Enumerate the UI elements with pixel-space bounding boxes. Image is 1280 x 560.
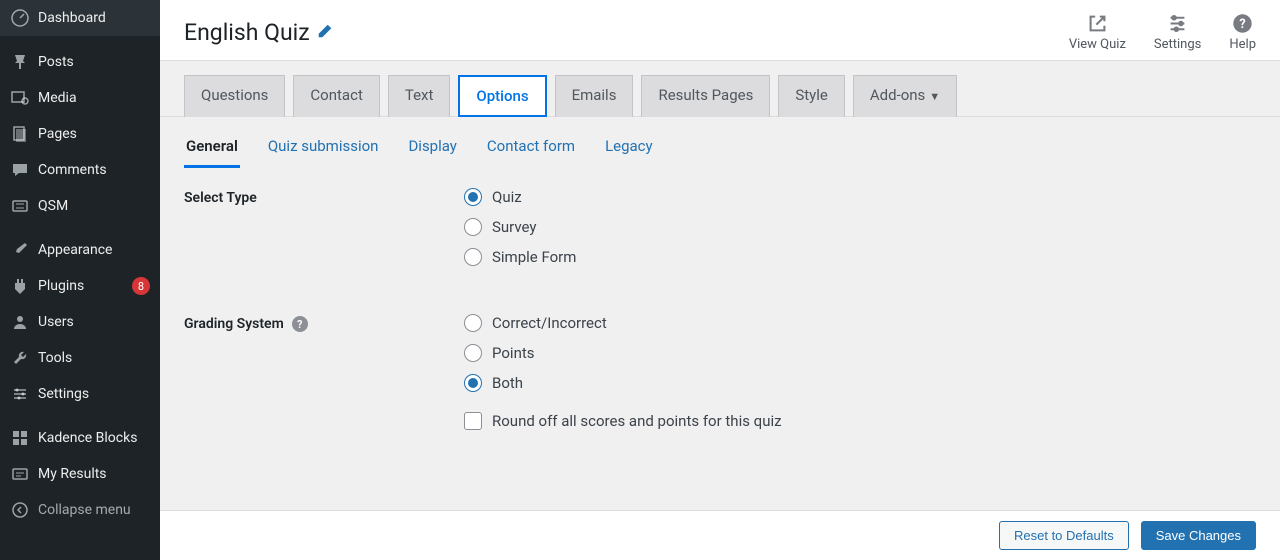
sliders-icon — [1166, 12, 1189, 35]
svg-text:?: ? — [1240, 17, 1246, 32]
admin-sidebar: Dashboard Posts Media Pages Comments QSM… — [0, 0, 160, 560]
sidebar-item-media[interactable]: Media — [0, 80, 160, 116]
sidebar-item-label: Users — [38, 314, 150, 330]
radio-both[interactable]: Both — [464, 374, 1256, 392]
edit-title-icon[interactable] — [316, 19, 334, 46]
dashboard-icon — [10, 8, 30, 28]
subtab-legacy[interactable]: Legacy — [603, 129, 655, 168]
qsm-icon — [10, 196, 30, 216]
sidebar-item-dashboard[interactable]: Dashboard — [0, 0, 160, 36]
field-label: Grading System ? — [184, 314, 464, 332]
sidebar-item-label: Collapse menu — [38, 502, 150, 518]
radio-correct-incorrect[interactable]: Correct/Incorrect — [464, 314, 1256, 332]
save-button[interactable]: Save Changes — [1141, 521, 1256, 550]
sidebar-item-tools[interactable]: Tools — [0, 340, 160, 376]
radio-simple-form[interactable]: Simple Form — [464, 248, 1256, 266]
sidebar-item-my-results[interactable]: My Results — [0, 456, 160, 492]
media-icon — [10, 88, 30, 108]
help-icon: ? — [1231, 12, 1254, 35]
brush-icon — [10, 240, 30, 260]
footer-bar: Reset to Defaults Save Changes — [160, 510, 1280, 560]
sidebar-item-appearance[interactable]: Appearance — [0, 232, 160, 268]
radio-points[interactable]: Points — [464, 344, 1256, 362]
chevron-down-icon: ▼ — [929, 90, 940, 103]
external-link-icon — [1086, 12, 1109, 35]
tab-emails[interactable]: Emails — [555, 75, 634, 117]
sidebar-item-collapse[interactable]: Collapse menu — [0, 492, 160, 528]
sidebar-item-label: My Results — [38, 466, 150, 482]
checkbox-icon — [464, 412, 482, 430]
sidebar-item-users[interactable]: Users — [0, 304, 160, 340]
tab-results-pages[interactable]: Results Pages — [641, 75, 770, 117]
settings-icon — [10, 384, 30, 404]
sidebar-item-qsm[interactable]: QSM — [0, 188, 160, 224]
sidebar-item-label: Kadence Blocks — [38, 430, 150, 446]
radio-icon — [464, 248, 482, 266]
radio-icon — [464, 218, 482, 236]
plugins-badge: 8 — [132, 277, 150, 295]
tab-addons[interactable]: Add-ons▼ — [853, 75, 957, 117]
radio-icon — [464, 314, 482, 332]
pin-icon — [10, 52, 30, 72]
subtab-general[interactable]: General — [184, 129, 240, 168]
tab-questions[interactable]: Questions — [184, 75, 285, 117]
help-action[interactable]: ? Help — [1229, 12, 1256, 52]
sidebar-item-settings[interactable]: Settings — [0, 376, 160, 412]
sidebar-item-plugins[interactable]: Plugins 8 — [0, 268, 160, 304]
radio-quiz[interactable]: Quiz — [464, 188, 1256, 206]
sidebar-item-kadence[interactable]: Kadence Blocks — [0, 420, 160, 456]
radio-icon — [464, 374, 482, 392]
sidebar-item-comments[interactable]: Comments — [0, 152, 160, 188]
main-content: English Quiz View Quiz Settings ? Help Q… — [160, 0, 1280, 560]
blocks-icon — [10, 428, 30, 448]
tab-options[interactable]: Options — [458, 75, 546, 117]
view-quiz-action[interactable]: View Quiz — [1069, 12, 1126, 52]
sidebar-item-label: Tools — [38, 350, 150, 366]
tab-contact[interactable]: Contact — [293, 75, 379, 117]
radio-icon — [464, 344, 482, 362]
pages-icon — [10, 124, 30, 144]
tab-text[interactable]: Text — [388, 75, 451, 117]
field-grading-system: Grading System ? Correct/Incorrect Point… — [184, 314, 1256, 442]
sidebar-item-label: Media — [38, 90, 150, 106]
field-label: Select Type — [184, 188, 464, 206]
subtab-contact-form[interactable]: Contact form — [485, 129, 577, 168]
reset-button[interactable]: Reset to Defaults — [999, 521, 1129, 550]
tab-style[interactable]: Style — [778, 75, 845, 117]
sidebar-item-label: Comments — [38, 162, 150, 178]
sidebar-item-label: Posts — [38, 54, 150, 70]
sidebar-item-label: Appearance — [38, 242, 150, 258]
comments-icon — [10, 160, 30, 180]
sidebar-item-pages[interactable]: Pages — [0, 116, 160, 152]
subtab-quiz-submission[interactable]: Quiz submission — [266, 129, 381, 168]
radio-icon — [464, 188, 482, 206]
users-icon — [10, 312, 30, 332]
header-actions: View Quiz Settings ? Help — [1069, 12, 1256, 52]
sidebar-item-label: Settings — [38, 386, 150, 402]
sidebar-item-label: Dashboard — [38, 10, 150, 26]
sidebar-item-label: QSM — [38, 198, 150, 214]
sub-tabs: General Quiz submission Display Contact … — [160, 117, 1280, 168]
page-header: English Quiz View Quiz Settings ? Help — [160, 0, 1280, 61]
settings-action[interactable]: Settings — [1154, 12, 1201, 52]
radio-survey[interactable]: Survey — [464, 218, 1256, 236]
sidebar-item-label: Pages — [38, 126, 150, 142]
results-icon — [10, 464, 30, 484]
page-title: English Quiz — [184, 19, 334, 46]
help-tooltip-icon[interactable]: ? — [292, 316, 308, 332]
tools-icon — [10, 348, 30, 368]
subtab-display[interactable]: Display — [406, 129, 458, 168]
settings-panel: Select Type Quiz Survey Simple Form — [160, 168, 1280, 498]
sidebar-item-posts[interactable]: Posts — [0, 44, 160, 80]
field-select-type: Select Type Quiz Survey Simple Form — [184, 188, 1256, 278]
collapse-icon — [10, 500, 30, 520]
plugin-icon — [10, 276, 30, 296]
sidebar-item-label: Plugins — [38, 278, 128, 294]
checkbox-round-off[interactable]: Round off all scores and points for this… — [464, 412, 1256, 430]
main-tabs: Questions Contact Text Options Emails Re… — [160, 61, 1280, 117]
